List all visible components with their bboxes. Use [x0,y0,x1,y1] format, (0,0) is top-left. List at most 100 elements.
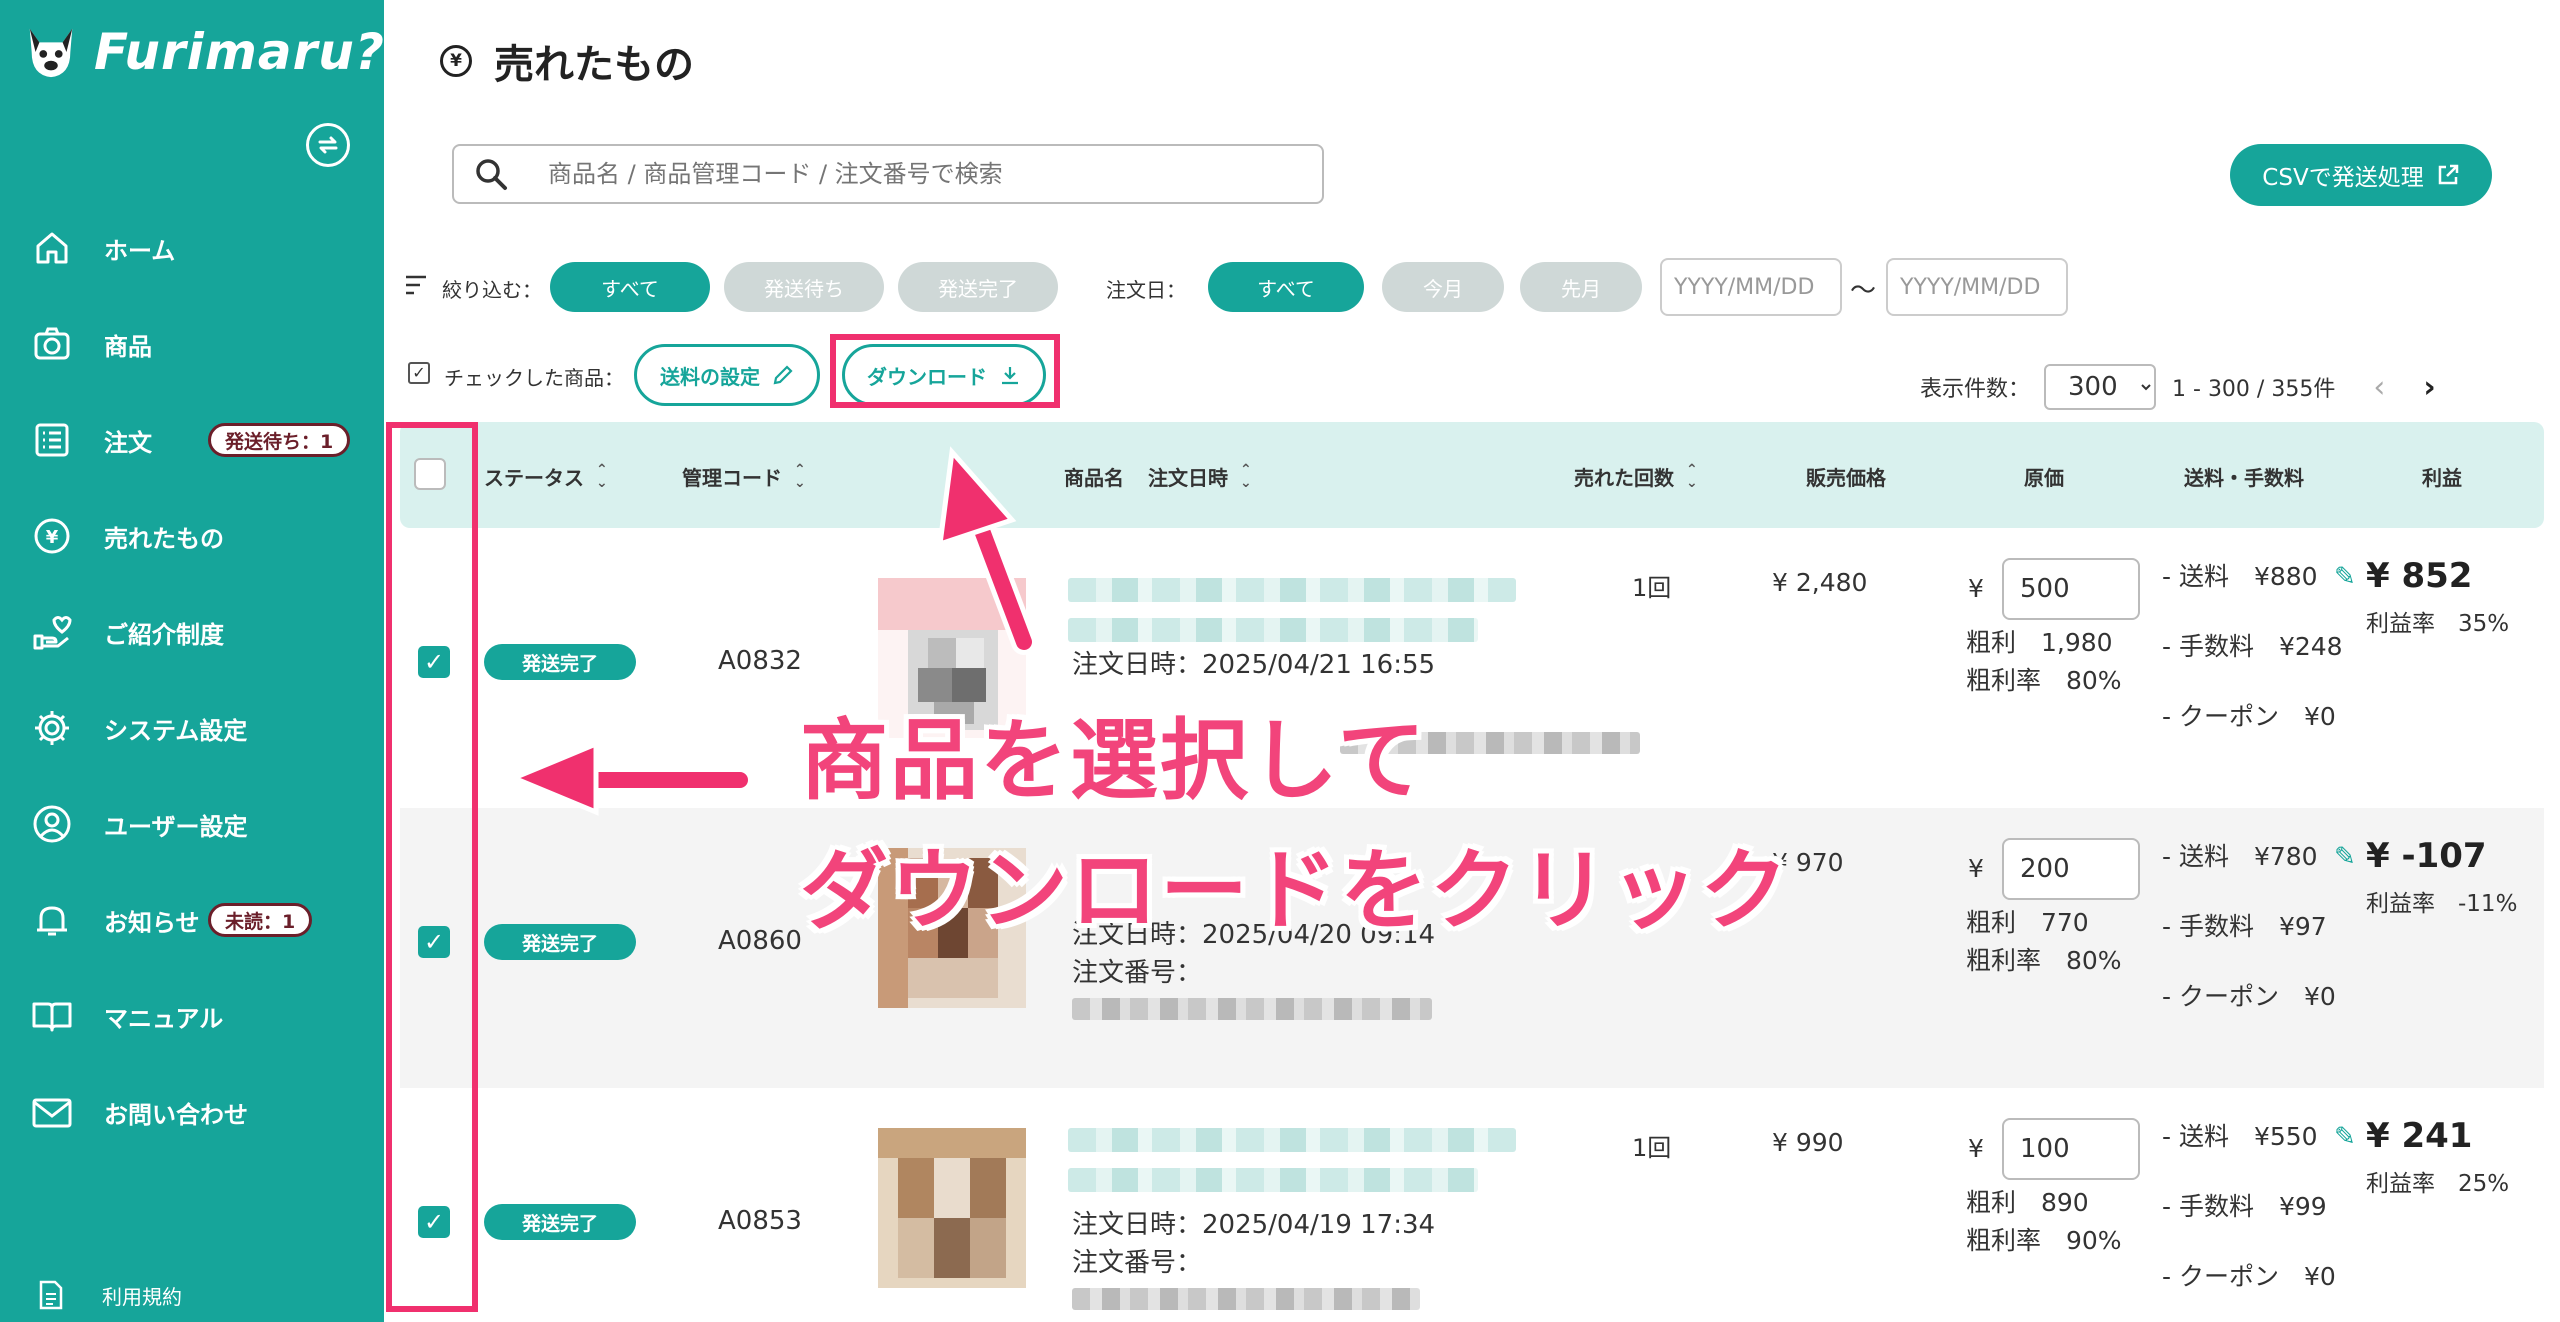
gross-profit-block: 粗利 1,980 粗利率 80% [1966,624,2122,700]
csv-button-label: CSVで発送処理 [2262,165,2424,191]
sidebar-item-notifications[interactable]: お知らせ 未読：1 [0,872,384,968]
bulldog-logo-icon [29,28,73,78]
document-icon [36,1280,66,1310]
status-filter-all[interactable]: すべて [550,262,710,312]
coupon: - クーポン ¥0 [2162,1262,2336,1291]
coupon: - クーポン ¥0 [2162,702,2336,731]
sidebar-item-system-settings[interactable]: システム設定 [0,680,384,776]
sidebar-item-sold[interactable]: ¥ 売れたもの [0,488,384,584]
date-to-input[interactable]: YYYY/MM/DD [1886,258,2068,316]
gross-profit: 粗利 770 [1966,908,2089,937]
sidebar-item-label: システム設定 [104,716,248,745]
shipping-settings-button[interactable]: 送料の設定 [634,344,820,406]
gross-profit: 粗利 890 [1966,1188,2089,1217]
order-date-label: 注文日： [1106,278,1186,302]
next-page-button[interactable]: › [2423,370,2435,405]
cost-currency: ¥ [1968,1134,1984,1163]
per-page-label: 表示件数： [1920,377,2031,402]
camera-icon [30,322,74,366]
sort-icon: ⌃ ⌄ [596,461,608,491]
column-sold-count[interactable]: 売れた回数 ⌃ ⌄ [1574,462,1698,491]
product-name-blurred[interactable] [1068,1168,1478,1192]
sidebar-item-label: 売れたもの [104,524,224,553]
date-filter-all[interactable]: すべて [1208,262,1364,312]
pending-shipment-badge: 発送待ち：1 [208,423,351,457]
switch-account-button[interactable] [306,123,350,167]
checkbox-column-highlight-box [386,422,478,1312]
prev-page-button[interactable]: ‹ [2373,370,2385,405]
date-filter-last-month[interactable]: 先月 [1520,262,1642,312]
app-logo[interactable]: Furimaru? [22,22,385,82]
sidebar-item-manual[interactable]: マニュアル [0,968,384,1064]
logo-text: Furimaru? [94,23,385,81]
user-circle-icon [30,802,74,846]
column-code[interactable]: 管理コード ⌃ ⌄ [682,462,806,491]
item-code: A0832 [718,646,802,676]
pencil-icon [773,365,793,385]
gross-profit-block: 粗利 890 粗利率 90% [1966,1184,2122,1260]
date-filter-this-month[interactable]: 今月 [1382,262,1504,312]
table-row: ✓ 発送完了 A0853 注文日時：2025/04/19 17:34 注文番号：… [400,1088,2544,1322]
cost-input[interactable]: 500 [2002,558,2140,620]
sold-count: 1回 [1632,1134,1672,1162]
order-number-blurred [1072,998,1432,1020]
sidebar-item-referral[interactable]: ご紹介制度 [0,584,384,680]
sold-count: 1回 [1632,574,1672,602]
page-title: ¥ 売れたもの [440,32,694,90]
edit-fees-icon[interactable]: ✎ [2334,842,2356,872]
status-filter-pending[interactable]: 発送待ち [724,262,884,312]
column-price: 販売価格 [1806,462,1886,491]
sidebar-item-contact[interactable]: お問い合わせ [0,1064,384,1160]
sidebar-item-user-settings[interactable]: ユーザー設定 [0,776,384,872]
cost-input[interactable]: 100 [2002,1118,2140,1180]
product-name-blurred[interactable] [1068,1128,1516,1152]
search-icon [474,157,518,191]
commission-fee: - 手数料 ¥97 [2162,912,2327,941]
fees-block: - 送料 ¥880 - 手数料 ¥248 - クーポン ¥0 [2162,542,2343,752]
fees-block: - 送料 ¥780 - 手数料 ¥97 - クーポン ¥0 [2162,822,2336,1032]
sidebar-item-label: マニュアル [104,1004,224,1033]
sidebar-item-products[interactable]: 商品 [0,296,384,392]
commission-fee: - 手数料 ¥248 [2162,632,2343,661]
filter-icon [406,275,426,295]
product-thumbnail[interactable] [878,1128,1026,1288]
unread-badge: 未読：1 [208,903,313,937]
status-badge: 発送完了 [484,1204,636,1240]
cost-input[interactable]: 200 [2002,838,2140,900]
edit-fees-icon[interactable]: ✎ [2334,1122,2356,1152]
sidebar-item-terms[interactable]: 利用規約 [36,1280,182,1310]
search-input[interactable] [548,160,1308,188]
column-profit: 利益 [2422,462,2462,491]
book-icon [30,994,74,1038]
status-filter-shipped[interactable]: 発送完了 [898,262,1058,312]
sale-price: ¥ 2,480 [1772,568,1868,597]
shipping-fee: - 送料 ¥880 [2162,562,2318,591]
sidebar-item-orders[interactable]: 注文 発送待ち：1 [0,392,384,488]
list-icon [30,418,74,462]
cost-currency: ¥ [1968,574,1984,603]
column-status[interactable]: ステータス ⌃ ⌄ [484,462,608,491]
sidebar-item-label: ご紹介制度 [104,620,224,649]
product-name-blurred[interactable] [1068,578,1516,602]
sort-icon: ⌃ ⌄ [794,461,806,491]
date-from-input[interactable]: YYYY/MM/DD [1660,258,1842,316]
column-profit-label: 利益 [2422,466,2462,490]
product-name-blurred[interactable] [1068,618,1478,642]
table-row: ✓ 発送完了 A0832 注文日時：2025/04/21 16:55 1回 ¥ … [400,528,2544,808]
sidebar-item-home[interactable]: ホーム [0,200,384,296]
sidebar: Furimaru? ホーム 商品 注文 発送待ち：1 ¥ 売れたもの ご紹介制度… [0,0,384,1322]
mail-icon [30,1090,74,1134]
column-fees-label: 送料・手数料 [2184,466,2304,490]
page-title-text: 売れたもの [494,42,694,88]
column-order-date[interactable]: 注文日時 ⌃ ⌄ [1148,462,1252,491]
per-page-select[interactable]: 300 [2044,364,2157,410]
csv-shipping-button[interactable]: CSVで発送処理 [2230,144,2492,206]
profit-rate: 利益率 -11% [2366,891,2518,917]
edit-fees-icon[interactable]: ✎ [2334,562,2356,592]
bell-icon [30,898,74,942]
order-date: 注文日時：2025/04/19 17:34 [1072,1210,1436,1240]
shipping-fee: - 送料 ¥780 [2162,842,2318,871]
commission-fee: - 手数料 ¥99 [2162,1192,2327,1221]
gross-rate: 粗利率 80% [1966,946,2122,975]
gross-profit: 粗利 1,980 [1966,628,2113,657]
